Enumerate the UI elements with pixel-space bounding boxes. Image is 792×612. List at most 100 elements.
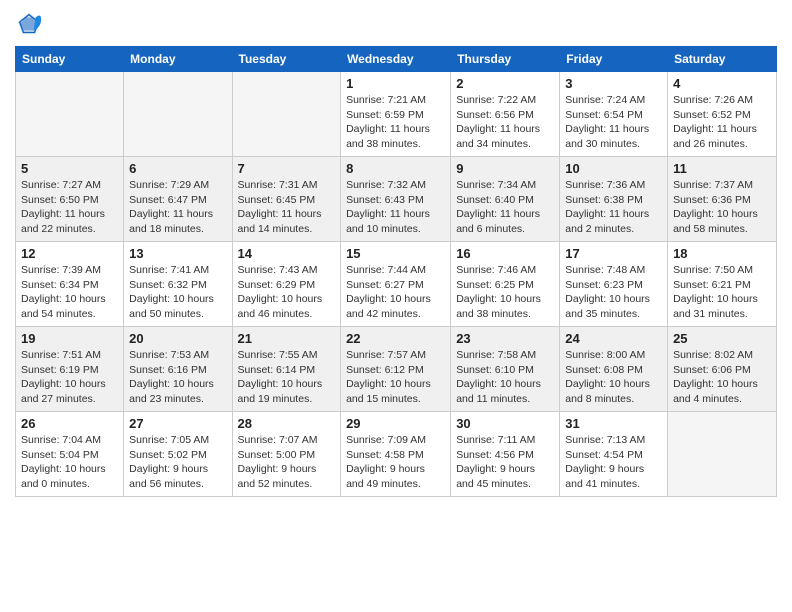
- day-number: 22: [346, 331, 445, 346]
- page-container: SundayMondayTuesdayWednesdayThursdayFrid…: [0, 0, 792, 507]
- calendar-cell: 30 Sunrise: 7:11 AM Sunset: 4:56 PM Dayli…: [451, 412, 560, 497]
- day-number: 30: [456, 416, 554, 431]
- day-number: 2: [456, 76, 554, 91]
- day-info: Sunrise: 7:50 AM Sunset: 6:21 PM Dayligh…: [673, 263, 771, 322]
- day-number: 3: [565, 76, 662, 91]
- day-header-friday: Friday: [560, 47, 668, 72]
- day-info: Sunrise: 7:13 AM Sunset: 4:54 PM Dayligh…: [565, 433, 662, 492]
- day-info: Sunrise: 7:39 AM Sunset: 6:34 PM Dayligh…: [21, 263, 118, 322]
- day-header-monday: Monday: [124, 47, 232, 72]
- logo: [15, 10, 45, 38]
- calendar-cell: 16 Sunrise: 7:46 AM Sunset: 6:25 PM Dayli…: [451, 242, 560, 327]
- day-number: 18: [673, 246, 771, 261]
- calendar-cell: 24 Sunrise: 8:00 AM Sunset: 6:08 PM Dayli…: [560, 327, 668, 412]
- day-number: 5: [21, 161, 118, 176]
- day-info: Sunrise: 7:34 AM Sunset: 6:40 PM Dayligh…: [456, 178, 554, 237]
- day-info: Sunrise: 7:55 AM Sunset: 6:14 PM Dayligh…: [238, 348, 336, 407]
- day-info: Sunrise: 7:58 AM Sunset: 6:10 PM Dayligh…: [456, 348, 554, 407]
- calendar-cell: 7Sunrise: 7:31 AM Sunset: 6:45 PM Daylig…: [232, 157, 341, 242]
- day-info: Sunrise: 7:04 AM Sunset: 5:04 PM Dayligh…: [21, 433, 118, 492]
- day-info: Sunrise: 7:26 AM Sunset: 6:52 PM Dayligh…: [673, 93, 771, 152]
- day-number: 14: [238, 246, 336, 261]
- day-number: 13: [129, 246, 226, 261]
- day-number: 23: [456, 331, 554, 346]
- day-info: Sunrise: 7:29 AM Sunset: 6:47 PM Dayligh…: [129, 178, 226, 237]
- calendar-cell: 11Sunrise: 7:37 AM Sunset: 6:36 PM Dayli…: [668, 157, 777, 242]
- day-number: 21: [238, 331, 336, 346]
- calendar-cell: 28 Sunrise: 7:07 AM Sunset: 5:00 PM Dayli…: [232, 412, 341, 497]
- logo-icon: [15, 10, 43, 38]
- calendar-cell: 6 Sunrise: 7:29 AM Sunset: 6:47 PM Daylig…: [124, 157, 232, 242]
- day-info: Sunrise: 8:00 AM Sunset: 6:08 PM Dayligh…: [565, 348, 662, 407]
- header: [15, 10, 777, 38]
- day-info: Sunrise: 7:32 AM Sunset: 6:43 PM Dayligh…: [346, 178, 445, 237]
- calendar-cell: 12 Sunrise: 7:39 AM Sunset: 6:34 PM Dayli…: [16, 242, 124, 327]
- calendar-cell: 2Sunrise: 7:22 AM Sunset: 6:56 PM Daylig…: [451, 72, 560, 157]
- day-info: Sunrise: 7:21 AM Sunset: 6:59 PM Dayligh…: [346, 93, 445, 152]
- day-info: Sunrise: 7:09 AM Sunset: 4:58 PM Dayligh…: [346, 433, 445, 492]
- calendar-cell: [124, 72, 232, 157]
- day-info: Sunrise: 7:41 AM Sunset: 6:32 PM Dayligh…: [129, 263, 226, 322]
- day-info: Sunrise: 7:24 AM Sunset: 6:54 PM Dayligh…: [565, 93, 662, 152]
- day-number: 20: [129, 331, 226, 346]
- calendar-cell: 4 Sunrise: 7:26 AM Sunset: 6:52 PM Daylig…: [668, 72, 777, 157]
- day-header-sunday: Sunday: [16, 47, 124, 72]
- calendar-cell: [232, 72, 341, 157]
- day-number: 24: [565, 331, 662, 346]
- calendar-cell: [668, 412, 777, 497]
- day-number: 26: [21, 416, 118, 431]
- calendar-cell: 18 Sunrise: 7:50 AM Sunset: 6:21 PM Dayli…: [668, 242, 777, 327]
- day-info: Sunrise: 7:44 AM Sunset: 6:27 PM Dayligh…: [346, 263, 445, 322]
- calendar-cell: 3 Sunrise: 7:24 AM Sunset: 6:54 PM Daylig…: [560, 72, 668, 157]
- day-info: Sunrise: 7:43 AM Sunset: 6:29 PM Dayligh…: [238, 263, 336, 322]
- day-info: Sunrise: 7:05 AM Sunset: 5:02 PM Dayligh…: [129, 433, 226, 492]
- day-number: 16: [456, 246, 554, 261]
- calendar-cell: 8 Sunrise: 7:32 AM Sunset: 6:43 PM Daylig…: [341, 157, 451, 242]
- day-info: Sunrise: 7:27 AM Sunset: 6:50 PM Dayligh…: [21, 178, 118, 237]
- day-info: Sunrise: 7:46 AM Sunset: 6:25 PM Dayligh…: [456, 263, 554, 322]
- calendar-cell: 27 Sunrise: 7:05 AM Sunset: 5:02 PM Dayli…: [124, 412, 232, 497]
- day-number: 27: [129, 416, 226, 431]
- calendar-cell: 31 Sunrise: 7:13 AM Sunset: 4:54 PM Dayli…: [560, 412, 668, 497]
- day-number: 4: [673, 76, 771, 91]
- day-info: Sunrise: 7:48 AM Sunset: 6:23 PM Dayligh…: [565, 263, 662, 322]
- calendar-cell: 20 Sunrise: 7:53 AM Sunset: 6:16 PM Dayli…: [124, 327, 232, 412]
- day-number: 6: [129, 161, 226, 176]
- calendar-cell: 13 Sunrise: 7:41 AM Sunset: 6:32 PM Dayli…: [124, 242, 232, 327]
- week-row-3: 12 Sunrise: 7:39 AM Sunset: 6:34 PM Dayli…: [16, 242, 777, 327]
- day-number: 12: [21, 246, 118, 261]
- day-number: 8: [346, 161, 445, 176]
- calendar-cell: 19 Sunrise: 7:51 AM Sunset: 6:19 PM Dayli…: [16, 327, 124, 412]
- day-number: 1: [346, 76, 445, 91]
- day-info: Sunrise: 7:53 AM Sunset: 6:16 PM Dayligh…: [129, 348, 226, 407]
- calendar-cell: 1 Sunrise: 7:21 AM Sunset: 6:59 PM Daylig…: [341, 72, 451, 157]
- day-info: Sunrise: 8:02 AM Sunset: 6:06 PM Dayligh…: [673, 348, 771, 407]
- calendar-header-row: SundayMondayTuesdayWednesdayThursdayFrid…: [16, 47, 777, 72]
- calendar-table: SundayMondayTuesdayWednesdayThursdayFrid…: [15, 46, 777, 497]
- calendar-cell: 15Sunrise: 7:44 AM Sunset: 6:27 PM Dayli…: [341, 242, 451, 327]
- calendar-cell: 5 Sunrise: 7:27 AM Sunset: 6:50 PM Daylig…: [16, 157, 124, 242]
- day-number: 17: [565, 246, 662, 261]
- calendar-cell: 26 Sunrise: 7:04 AM Sunset: 5:04 PM Dayli…: [16, 412, 124, 497]
- week-row-2: 5 Sunrise: 7:27 AM Sunset: 6:50 PM Daylig…: [16, 157, 777, 242]
- day-header-tuesday: Tuesday: [232, 47, 341, 72]
- calendar-cell: 25 Sunrise: 8:02 AM Sunset: 6:06 PM Dayli…: [668, 327, 777, 412]
- day-info: Sunrise: 7:36 AM Sunset: 6:38 PM Dayligh…: [565, 178, 662, 237]
- calendar-cell: 14 Sunrise: 7:43 AM Sunset: 6:29 PM Dayli…: [232, 242, 341, 327]
- week-row-1: 1 Sunrise: 7:21 AM Sunset: 6:59 PM Daylig…: [16, 72, 777, 157]
- day-info: Sunrise: 7:07 AM Sunset: 5:00 PM Dayligh…: [238, 433, 336, 492]
- day-number: 19: [21, 331, 118, 346]
- calendar-cell: 17 Sunrise: 7:48 AM Sunset: 6:23 PM Dayli…: [560, 242, 668, 327]
- day-number: 25: [673, 331, 771, 346]
- day-number: 28: [238, 416, 336, 431]
- calendar-cell: 10 Sunrise: 7:36 AM Sunset: 6:38 PM Dayli…: [560, 157, 668, 242]
- day-info: Sunrise: 7:57 AM Sunset: 6:12 PM Dayligh…: [346, 348, 445, 407]
- day-number: 29: [346, 416, 445, 431]
- day-info: Sunrise: 7:51 AM Sunset: 6:19 PM Dayligh…: [21, 348, 118, 407]
- day-number: 10: [565, 161, 662, 176]
- day-number: 31: [565, 416, 662, 431]
- calendar-cell: 29 Sunrise: 7:09 AM Sunset: 4:58 PM Dayli…: [341, 412, 451, 497]
- day-header-wednesday: Wednesday: [341, 47, 451, 72]
- day-info: Sunrise: 7:11 AM Sunset: 4:56 PM Dayligh…: [456, 433, 554, 492]
- week-row-4: 19 Sunrise: 7:51 AM Sunset: 6:19 PM Dayli…: [16, 327, 777, 412]
